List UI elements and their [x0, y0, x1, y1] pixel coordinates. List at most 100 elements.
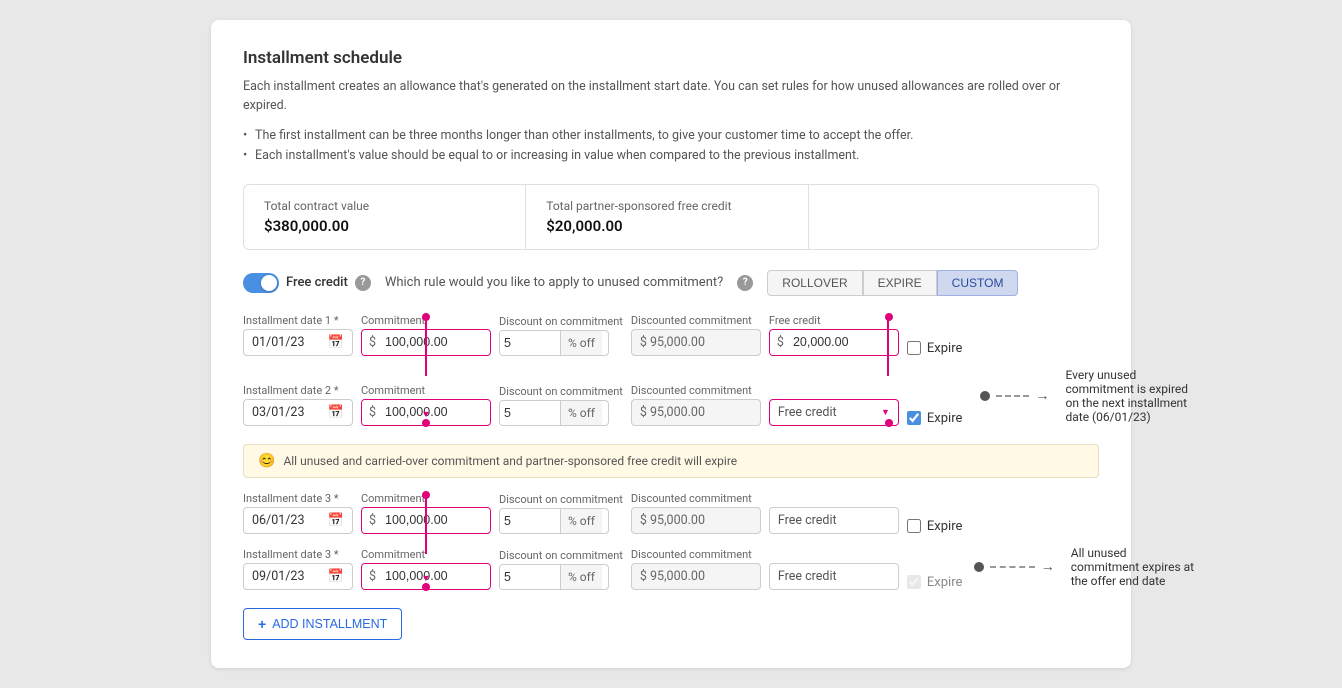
- installment-2-date-group: Installment date 2 * 03/01/23 📅: [243, 384, 353, 426]
- summary-row: Total contract value $380,000.00 Total p…: [243, 184, 1099, 250]
- installment-1-discounted-label: Discounted commitment: [631, 314, 761, 327]
- pink-dot-commit-3-top: [422, 491, 430, 499]
- installment-2-date-value: 03/01/23: [252, 405, 324, 420]
- question-text: Which rule would you like to apply to un…: [385, 275, 723, 290]
- installment-1-date-value: 01/01/23: [252, 335, 324, 350]
- add-installment-button[interactable]: + ADD INSTALLMENT: [243, 608, 402, 640]
- pink-dot-commit-4-bottom: [422, 583, 430, 591]
- dropdown-arrow-fc-2: ▼: [881, 407, 890, 418]
- annotation-2-container: → All unused commitment expires at the o…: [974, 546, 1194, 590]
- installment-1-freecredit-wrapper: Free credit $: [769, 314, 899, 356]
- total-contract-value: $380,000.00: [264, 217, 505, 235]
- annotation-2-arrow: →: [1041, 558, 1055, 575]
- calendar-icon-1[interactable]: 📅: [328, 335, 344, 350]
- expire-label-1: Expire: [927, 341, 962, 356]
- installment-4-freecredit-group: x Free credit: [769, 548, 899, 590]
- installment-section-2: Installment date 3 * 06/01/23 📅 Commitme…: [243, 492, 1099, 598]
- expire-checkbox-1[interactable]: [907, 341, 921, 355]
- installment-4-discount-label: Discount on commitment: [499, 549, 623, 562]
- total-partner-value: $20,000.00: [546, 217, 787, 235]
- question-help-icon[interactable]: ?: [737, 275, 753, 291]
- dollar-symbol-4: $: [362, 564, 381, 589]
- annotation-1-text: Every unused commitment is expired on th…: [1065, 368, 1200, 424]
- installment-3-discounted-value: $ 95,000.00: [640, 513, 705, 528]
- bullet-list: The first installment can be three month…: [243, 126, 1099, 166]
- bullet-item-2: Each installment's value should be equal…: [243, 146, 1099, 166]
- annotation-1-container: → Every unused commitment is expired on …: [980, 368, 1200, 426]
- installment-3-discount-label: Discount on commitment: [499, 493, 623, 506]
- expire-checkbox-2[interactable]: [907, 411, 921, 425]
- installment-1-discount-group: Discount on commitment % off: [499, 315, 623, 356]
- installment-4-discount-group: Discount on commitment % off: [499, 549, 623, 590]
- expire-checkbox-3[interactable]: [907, 519, 921, 533]
- card-description: Each installment creates an allowance th…: [243, 78, 1099, 116]
- annotation-2-dashes: [990, 566, 1034, 568]
- commitment-input-3[interactable]: [381, 508, 490, 532]
- total-contract-label: Total contract value: [264, 199, 505, 213]
- pink-dot-commit-2-bottom: [422, 419, 430, 427]
- total-partner-box: Total partner-sponsored free credit $20,…: [526, 185, 808, 249]
- toggle-label: Free credit: [286, 275, 348, 290]
- installment-2-expire-group: Expire: [907, 395, 962, 426]
- toggle-help-icon[interactable]: ?: [355, 275, 371, 291]
- commitment-input-4[interactable]: [381, 564, 490, 588]
- commitment-input-2[interactable]: [381, 400, 490, 424]
- installment-3-discount-group: Discount on commitment % off: [499, 493, 623, 534]
- rollover-button[interactable]: ROLLOVER: [767, 270, 862, 296]
- installment-4-date-group: Installment date 3 * 09/01/23 📅: [243, 548, 353, 590]
- installment-2-commitment-wrapper: Commitment $ ▼: [361, 384, 491, 426]
- discount-input-2[interactable]: [500, 401, 560, 425]
- dollar-symbol-1: $: [362, 330, 381, 355]
- installment-4-discounted-value: $ 95,000.00: [640, 569, 705, 584]
- total-partner-label: Total partner-sponsored free credit: [546, 199, 787, 213]
- annotation-1-dot: [980, 391, 990, 401]
- installment-section-1: Installment date 1 * 01/01/23 📅 Commitme…: [243, 314, 1099, 438]
- percent-symbol-4: % off: [560, 565, 602, 589]
- installment-1-date-label: Installment date 1 *: [243, 314, 353, 327]
- custom-button[interactable]: CUSTOM: [937, 270, 1019, 296]
- installment-2-discounted-group: Discounted commitment $ 95,000.00: [631, 384, 761, 426]
- dollar-symbol-2: $: [362, 400, 381, 425]
- installment-3-commitment-wrapper: Commitment $: [361, 492, 491, 534]
- rule-buttons: ROLLOVER EXPIRE CUSTOM: [767, 270, 1018, 296]
- free-credit-input-1[interactable]: [789, 330, 898, 354]
- pink-dot-fc-1-top: [885, 313, 893, 321]
- free-credit-toggle[interactable]: [243, 273, 279, 293]
- expire-checkbox-4[interactable]: [907, 575, 921, 589]
- installment-3-date-group: Installment date 3 * 06/01/23 📅: [243, 492, 353, 534]
- installment-4-discounted-group: Discounted commitment $ 95,000.00: [631, 548, 761, 590]
- total-contract-box: Total contract value $380,000.00: [244, 185, 526, 249]
- free-credit-value-4: Free credit: [778, 569, 837, 584]
- installment-3-discounted-group: Discounted commitment $ 95,000.00: [631, 492, 761, 534]
- warning-banner: 😊 All unused and carried-over commitment…: [243, 444, 1099, 478]
- pink-line-fc-1: [887, 320, 889, 376]
- installment-1-expire-group: Expire: [907, 325, 962, 356]
- annotation-1-dashes: [996, 395, 1029, 397]
- discount-input-4[interactable]: [500, 565, 560, 589]
- calendar-icon-2[interactable]: 📅: [328, 405, 344, 420]
- installment-4-discounted-label: Discounted commitment: [631, 548, 761, 561]
- calendar-icon-3[interactable]: 📅: [328, 513, 344, 528]
- free-credit-value-3: Free credit: [778, 513, 837, 528]
- installment-4-expire-group: Expire: [907, 559, 962, 590]
- plus-icon: +: [258, 616, 266, 632]
- installment-schedule-card: Installment schedule Each installment cr…: [211, 20, 1131, 668]
- pink-dot-fc-2-bottom: [885, 419, 893, 427]
- pink-line-commit-3: [425, 498, 427, 554]
- calendar-icon-4[interactable]: 📅: [328, 569, 344, 584]
- percent-symbol-2: % off: [560, 401, 602, 425]
- pink-dot-commit-1-top: [422, 313, 430, 321]
- installment-4-commitment-wrapper: Commitment $ ▼: [361, 548, 491, 590]
- bullet-item-1: The first installment can be three month…: [243, 126, 1099, 146]
- expire-label-4: Expire: [927, 575, 962, 590]
- expire-button[interactable]: EXPIRE: [863, 270, 937, 296]
- discount-input-3[interactable]: [500, 509, 560, 533]
- annotation-1-arrow: →: [1035, 387, 1049, 404]
- annotation-2-text: All unused commitment expires at the off…: [1071, 546, 1195, 588]
- warning-text: All unused and carried-over commitment a…: [283, 454, 737, 468]
- commitment-input-1[interactable]: [381, 330, 490, 354]
- discount-input-1[interactable]: [500, 331, 560, 355]
- installment-1-commitment-wrapper: Commitment $: [361, 314, 491, 356]
- warning-emoji: 😊: [258, 453, 275, 469]
- dollar-symbol-fc-1: $: [770, 330, 789, 355]
